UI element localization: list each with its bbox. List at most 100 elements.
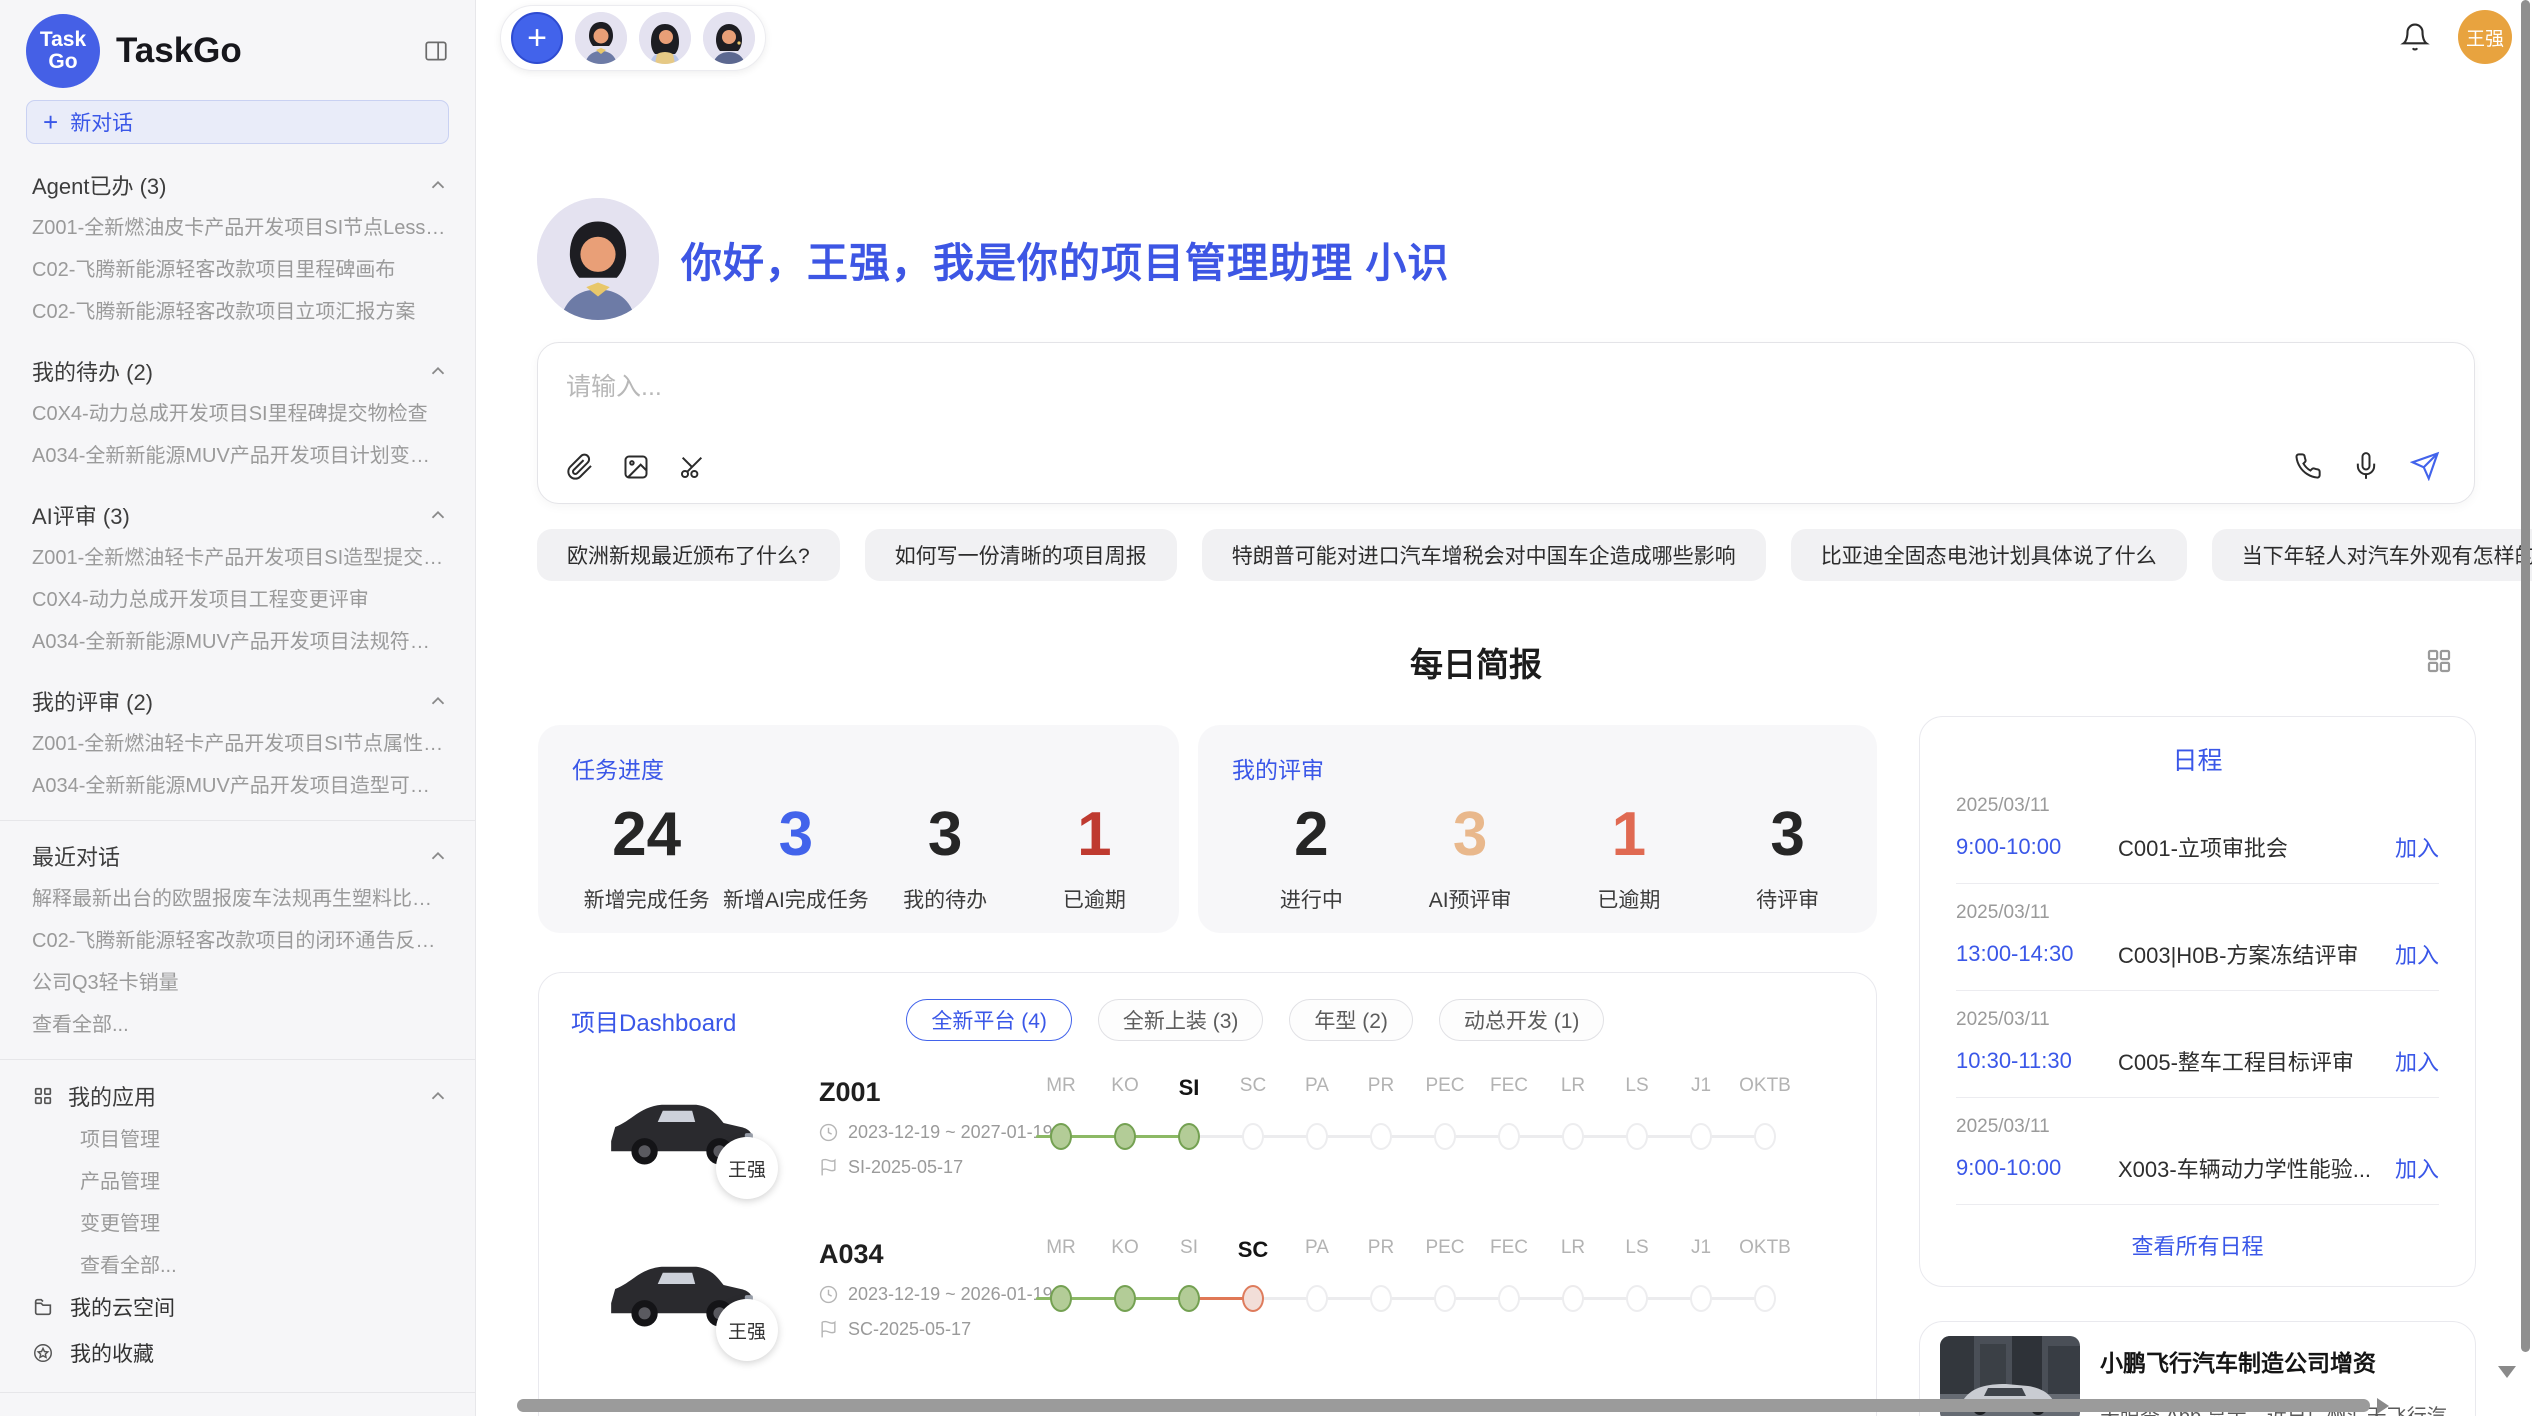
sidebar-item-ai-staff[interactable]: AI超级员工 xyxy=(0,1409,475,1416)
list-item[interactable]: 解释最新出台的欧盟报废车法规再生塑料比例被调至15%... xyxy=(0,875,475,917)
section-header-my-apps[interactable]: 我的应用 xyxy=(0,1076,475,1116)
suggestion-chip[interactable]: 如何写一份清晰的项目周报 xyxy=(865,529,1177,581)
tab-new-body[interactable]: 全新上装 (3) xyxy=(1098,999,1264,1041)
section-header-my-review[interactable]: 我的评审 (2) xyxy=(0,682,475,720)
owner-badge: 王强 xyxy=(716,1299,778,1361)
flag-icon xyxy=(819,1320,838,1339)
notification-bell-icon[interactable] xyxy=(2400,22,2430,52)
section-header-ai-review[interactable]: AI评审 (3) xyxy=(0,496,475,534)
image-upload-icon[interactable] xyxy=(622,453,650,481)
list-item[interactable]: C02-飞腾新能源轻客改款项目里程碑画布 xyxy=(0,246,475,288)
add-agent-button[interactable]: + xyxy=(511,12,563,64)
section-title: AI评审 (3) xyxy=(32,499,130,531)
sidebar-item-favorites[interactable]: 我的收藏 xyxy=(0,1330,475,1376)
sidebar-item-product-mgmt[interactable]: 产品管理 xyxy=(0,1158,475,1200)
event-date: 2025/03/11 xyxy=(1956,902,2439,924)
chat-input[interactable] xyxy=(566,365,1966,409)
milestone-label: FEC xyxy=(1477,1075,1541,1101)
milestone-track: MRKOSISCPAPRPECFECLRLSJ1OKTB xyxy=(1029,1075,1809,1203)
user-name: 王强 xyxy=(2466,24,2504,51)
milestone-dot xyxy=(1434,1123,1456,1150)
vertical-scrollbar[interactable] xyxy=(2521,0,2530,1352)
section-header-recent[interactable]: 最近对话 xyxy=(0,837,475,875)
flag-text: SI-2025-05-17 xyxy=(848,1157,963,1178)
list-item[interactable]: 公司Q3轻卡销量 xyxy=(0,959,475,1001)
list-item[interactable]: C0X4-动力总成开发项目SI里程碑提交物检查 xyxy=(0,390,475,432)
list-item-label: 我的收藏 xyxy=(70,1338,154,1368)
list-item[interactable]: C02-飞腾新能源轻客改款项目的闭环通告反馈情况 xyxy=(0,917,475,959)
view-all-schedule-link[interactable]: 查看所有日程 xyxy=(1956,1229,2439,1261)
chevron-up-icon[interactable] xyxy=(427,845,449,867)
list-item[interactable]: Z001-全新燃油皮卡产品开发项目SI节点Lesson Learn报告 xyxy=(0,204,475,246)
dates-text: 2023-12-19 ~ 2026-01-19 xyxy=(848,1284,1053,1305)
horizontal-scrollbar[interactable] xyxy=(517,1399,2370,1412)
list-item[interactable]: Z001-全新燃油轻卡产品开发项目SI节点属性5D文件评审 xyxy=(0,720,475,762)
chevron-up-icon[interactable] xyxy=(427,1085,449,1107)
attachment-icon[interactable] xyxy=(566,453,594,481)
chevron-up-icon[interactable] xyxy=(427,504,449,526)
list-item[interactable]: C02-飞腾新能源轻客改款项目立项汇报方案 xyxy=(0,288,475,330)
view-all-conversations[interactable]: 查看全部... xyxy=(0,1001,475,1043)
event-date: 2025/03/11 xyxy=(1956,795,2439,817)
scroll-down-arrow[interactable] xyxy=(2498,1366,2516,1378)
star-badge-icon xyxy=(32,1342,54,1364)
stat-in-progress: 2 进行中 xyxy=(1232,795,1391,914)
sidebar-item-project-mgmt[interactable]: 项目管理 xyxy=(0,1116,475,1158)
list-item-label: 变更管理 xyxy=(80,1207,160,1236)
scissors-icon[interactable] xyxy=(678,453,706,481)
chevron-up-icon[interactable] xyxy=(427,360,449,382)
tab-new-platform[interactable]: 全新平台 (4) xyxy=(906,999,1072,1041)
milestone-label: PA xyxy=(1285,1237,1349,1263)
sidebar: Task Go TaskGo + 新对话 Agent已办 (3) Z001-全新… xyxy=(0,0,476,1416)
schedule-event: 2025/03/11 13:00-14:30 C003|H0B-方案冻结评审 加… xyxy=(1956,884,2439,991)
join-link[interactable]: 加入 xyxy=(2395,1045,2439,1077)
join-link[interactable]: 加入 xyxy=(2395,938,2439,970)
list-item[interactable]: Z001-全新燃油轻卡产品开发项目SI造型提交物评审 xyxy=(0,534,475,576)
voice-call-icon[interactable] xyxy=(2294,452,2322,480)
view-all-apps[interactable]: 查看全部... xyxy=(0,1242,475,1284)
sidebar-item-change-mgmt[interactable]: 变更管理 xyxy=(0,1200,475,1242)
event-name: C001-立项审批会 xyxy=(2118,831,2288,863)
microphone-icon[interactable] xyxy=(2352,452,2380,480)
milestone-dot xyxy=(1370,1285,1392,1312)
suggestion-chip[interactable]: 特朗普可能对进口汽车增税会对中国车企造成哪些影响 xyxy=(1202,529,1766,581)
event-time: 9:00-10:00 xyxy=(1956,834,2118,860)
list-item[interactable]: A034-全新新能源MUV产品开发项目造型可行性评审 xyxy=(0,762,475,804)
tab-powertrain[interactable]: 动总开发 (1) xyxy=(1439,999,1605,1041)
user-avatar[interactable]: 王强 xyxy=(2458,10,2512,64)
app-title: TaskGo xyxy=(116,31,242,71)
sidebar-item-cloud-space[interactable]: 我的云空间 xyxy=(0,1284,475,1330)
list-item[interactable]: A034-全新新能源MUV产品开发项目法规符合性评审 xyxy=(0,618,475,660)
layout-grid-icon[interactable] xyxy=(2424,646,2454,676)
section-header-agent-done[interactable]: Agent已办 (3) xyxy=(0,166,475,204)
stat-value: 1 xyxy=(1550,795,1709,876)
project-row[interactable]: 王强 Z001 2023-12-19 ~ 2027-01-19 S xyxy=(571,1075,1876,1203)
suggestion-chips: 欧洲新规最近颁布了什么? 如何写一份清晰的项目周报 特朗普可能对进口汽车增税会对… xyxy=(537,529,2532,581)
tab-model-year[interactable]: 年型 (2) xyxy=(1289,999,1413,1041)
suggestion-chip[interactable]: 当下年轻人对汽车外观有怎样的喜好趋势 xyxy=(2212,529,2532,581)
list-item-label: 公司Q3轻卡销量 xyxy=(32,966,179,995)
new-chat-button[interactable]: + 新对话 xyxy=(26,100,449,144)
avatar[interactable] xyxy=(639,12,691,64)
suggestion-chip[interactable]: 欧洲新规最近颁布了什么? xyxy=(537,529,840,581)
section-header-my-todo[interactable]: 我的待办 (2) xyxy=(0,352,475,390)
list-item-label: C02-飞腾新能源轻客改款项目的闭环通告反馈情况 xyxy=(32,924,449,953)
scroll-right-arrow[interactable] xyxy=(2377,1398,2389,1414)
project-code: A034 xyxy=(819,1239,1021,1270)
chevron-up-icon[interactable] xyxy=(427,174,449,196)
suggestion-chip[interactable]: 比亚迪全固态电池计划具体说了什么 xyxy=(1791,529,2187,581)
news-title: 小鹏飞行汽车制造公司增资 xyxy=(2100,1344,2463,1378)
chevron-up-icon[interactable] xyxy=(427,690,449,712)
list-item[interactable]: A034-全新新能源MUV产品开发项目计划变更表编写 xyxy=(0,432,475,474)
avatar[interactable] xyxy=(575,12,627,64)
join-link[interactable]: 加入 xyxy=(2395,831,2439,863)
stat-value: 1 xyxy=(1020,795,1169,876)
list-item[interactable]: C0X4-动力总成开发项目工程变更评审 xyxy=(0,576,475,618)
join-link[interactable]: 加入 xyxy=(2395,1152,2439,1184)
project-row[interactable]: 王强 A034 2023-12-19 ~ 2026-01-19 S xyxy=(571,1237,1876,1365)
stat-label: 待评审 xyxy=(1708,884,1867,914)
card-title: 任务进度 xyxy=(572,751,1169,785)
avatar[interactable] xyxy=(703,12,755,64)
send-icon[interactable] xyxy=(2410,451,2440,481)
sidebar-collapse-icon[interactable] xyxy=(423,38,449,64)
